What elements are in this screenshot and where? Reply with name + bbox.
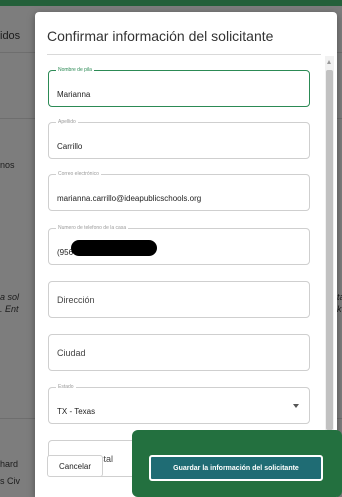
background-header-bar xyxy=(0,0,342,6)
background-text: a sol xyxy=(0,292,20,302)
city-placeholder: Ciudad xyxy=(57,348,86,358)
first-name-label: Nombre de pila xyxy=(56,67,94,73)
city-field[interactable]: Ciudad xyxy=(48,334,310,371)
redaction-mark xyxy=(71,240,157,256)
chevron-down-icon[interactable] xyxy=(293,404,299,408)
background-text: ta xyxy=(337,292,342,302)
home-phone-field[interactable]: Numero de telefono de la casa (956 xyxy=(48,225,310,265)
scroll-up-arrow-icon[interactable] xyxy=(327,60,331,64)
background-text: hard xyxy=(0,459,19,469)
email-field[interactable]: Correo electrónico marianna.carrillo@ide… xyxy=(48,171,310,211)
background-text: s Civ xyxy=(0,476,20,486)
confirm-applicant-dialog: Confirmar información del solicitante No… xyxy=(35,12,337,497)
dialog-title: Confirmar información del solicitante xyxy=(47,28,274,44)
scrollbar-thumb[interactable] xyxy=(326,70,333,430)
email-label: Correo electrónico xyxy=(56,171,101,177)
background-text: . Ent xyxy=(0,304,19,314)
background-text: k xyxy=(337,304,342,314)
first-name-field[interactable]: Nombre de pila Marianna xyxy=(48,67,310,107)
home-phone-label: Numero de telefono de la casa xyxy=(56,225,129,231)
first-name-value: Marianna xyxy=(57,90,91,99)
state-value: TX - Texas xyxy=(57,407,96,416)
background-text: nos xyxy=(0,160,15,170)
title-divider xyxy=(47,54,321,55)
state-select[interactable]: Estado TX - Texas xyxy=(48,384,310,424)
last-name-label: Apellido xyxy=(56,119,78,125)
save-applicant-info-button[interactable]: Guardar la información del solicitante xyxy=(149,455,323,481)
background-text: idos xyxy=(0,30,21,42)
cancel-button[interactable]: Cancelar xyxy=(47,455,103,477)
form-scrollbar[interactable] xyxy=(325,56,334,446)
address-field[interactable]: Dirección xyxy=(48,281,310,318)
last-name-field[interactable]: Apellido Carrillo xyxy=(48,119,310,159)
state-label: Estado xyxy=(56,384,76,390)
last-name-value: Carrillo xyxy=(57,142,83,151)
email-value: marianna.carrillo@ideapublicschools.org xyxy=(57,194,202,203)
address-placeholder: Dirección xyxy=(57,295,95,305)
